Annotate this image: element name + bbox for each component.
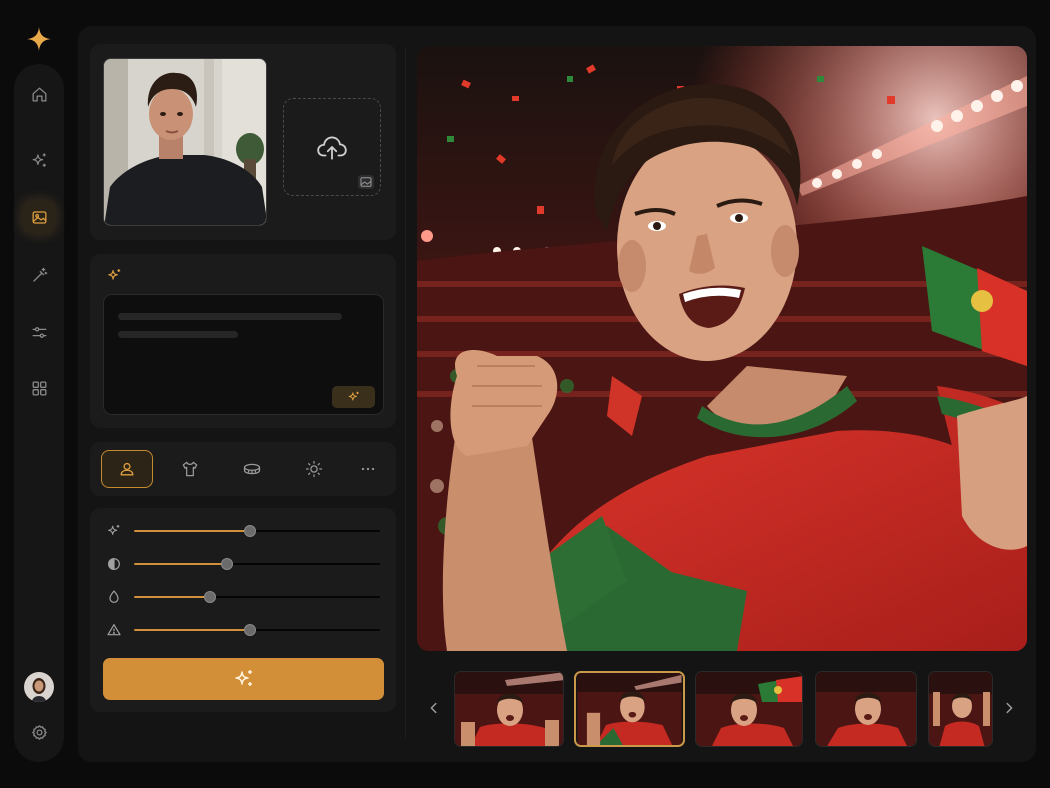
- image-icon: [32, 210, 46, 224]
- slider-thumb[interactable]: [221, 558, 234, 570]
- sparkles-icon: [32, 152, 46, 167]
- thumbnail-image: [929, 672, 992, 746]
- contrast-icon: [108, 558, 120, 570]
- filmstrip-thumbnail[interactable]: [695, 671, 803, 747]
- filmstrip-prev-button[interactable]: [425, 699, 443, 717]
- slider-fill: [134, 596, 211, 598]
- sliders-icon: [32, 326, 46, 338]
- slider-fill: [134, 563, 228, 565]
- sidebar-rail: [14, 64, 64, 762]
- sidebar-item-ai-generate[interactable]: [23, 144, 55, 176]
- enhance-prompt-button[interactable]: [332, 386, 375, 408]
- tab-ring[interactable]: [226, 450, 278, 488]
- reference-photo[interactable]: [103, 58, 267, 226]
- slider-thumb[interactable]: [204, 591, 217, 603]
- grid-icon: [32, 381, 46, 395]
- slider-track[interactable]: [134, 558, 380, 570]
- chevron-right-icon: [1006, 702, 1013, 714]
- slider-enhance: [106, 523, 382, 539]
- tab-lighting[interactable]: [288, 450, 340, 488]
- reference-photo-image: [104, 59, 266, 225]
- cloud-upload-icon: [317, 136, 347, 160]
- sparkles-icon: [108, 269, 121, 280]
- upload-image-badge: [358, 175, 374, 189]
- generated-image-preview[interactable]: [417, 46, 1027, 651]
- triangle-icon: [107, 624, 121, 636]
- thumbnail-image: [696, 672, 802, 746]
- slider-thumb[interactable]: [243, 624, 256, 636]
- sidebar-item-magic-edit[interactable]: [23, 259, 55, 291]
- slider-track[interactable]: [134, 624, 380, 636]
- filmstrip-next-button[interactable]: [1000, 699, 1018, 717]
- more-icon: [361, 467, 375, 471]
- slider-contrast: [106, 556, 382, 572]
- slider-fill: [134, 629, 250, 631]
- tab-clothing[interactable]: [164, 450, 216, 488]
- generate-button[interactable]: [103, 658, 384, 700]
- tab-person[interactable]: [101, 450, 153, 488]
- slider-sharpness: [106, 622, 382, 638]
- sidebar-item-gallery[interactable]: [23, 372, 55, 404]
- upload-dropzone[interactable]: [283, 98, 381, 196]
- sparkle-logo-icon: [27, 27, 51, 51]
- sidebar-item-adjust[interactable]: [23, 316, 55, 348]
- avatar[interactable]: [24, 672, 54, 702]
- ring-icon: [243, 463, 261, 475]
- image-icon: [360, 177, 372, 187]
- filmstrip-thumbnail[interactable]: [928, 671, 993, 747]
- chevron-left-icon: [430, 702, 437, 714]
- filmstrip-thumbnail-selected[interactable]: [574, 671, 685, 747]
- sidebar-item-image[interactable]: [23, 201, 55, 233]
- slider-saturation: [106, 589, 382, 605]
- prompt-input[interactable]: [103, 294, 384, 415]
- sun-icon: [305, 460, 323, 478]
- avatar-image: [24, 672, 54, 702]
- person-icon: [120, 462, 134, 476]
- filmstrip-thumbnail[interactable]: [454, 671, 564, 747]
- thumbnail-image: [455, 672, 563, 746]
- slider-thumb[interactable]: [243, 525, 256, 537]
- magic-wand-icon: [32, 267, 47, 282]
- thumbnail-image: [577, 673, 682, 745]
- filmstrip-thumbnail[interactable]: [815, 671, 917, 747]
- sparkles-icon: [234, 670, 252, 686]
- tshirt-icon: [182, 461, 198, 477]
- slider-track[interactable]: [134, 525, 380, 537]
- home-icon: [32, 87, 46, 101]
- tab-more[interactable]: [342, 450, 394, 488]
- thumbnail-image: [816, 672, 916, 746]
- generated-image: [417, 46, 1027, 651]
- sidebar-item-home[interactable]: [23, 78, 55, 110]
- prompt-placeholder-line: [118, 313, 342, 320]
- prompt-placeholder-line: [118, 331, 238, 338]
- panel-divider: [405, 48, 406, 738]
- gear-icon: [31, 724, 47, 740]
- sparkles-icon: [348, 391, 359, 401]
- sparkles-icon: [108, 525, 120, 535]
- settings-button[interactable]: [23, 716, 55, 748]
- slider-track[interactable]: [134, 591, 380, 603]
- slider-fill: [134, 530, 250, 532]
- droplet-icon: [109, 590, 119, 603]
